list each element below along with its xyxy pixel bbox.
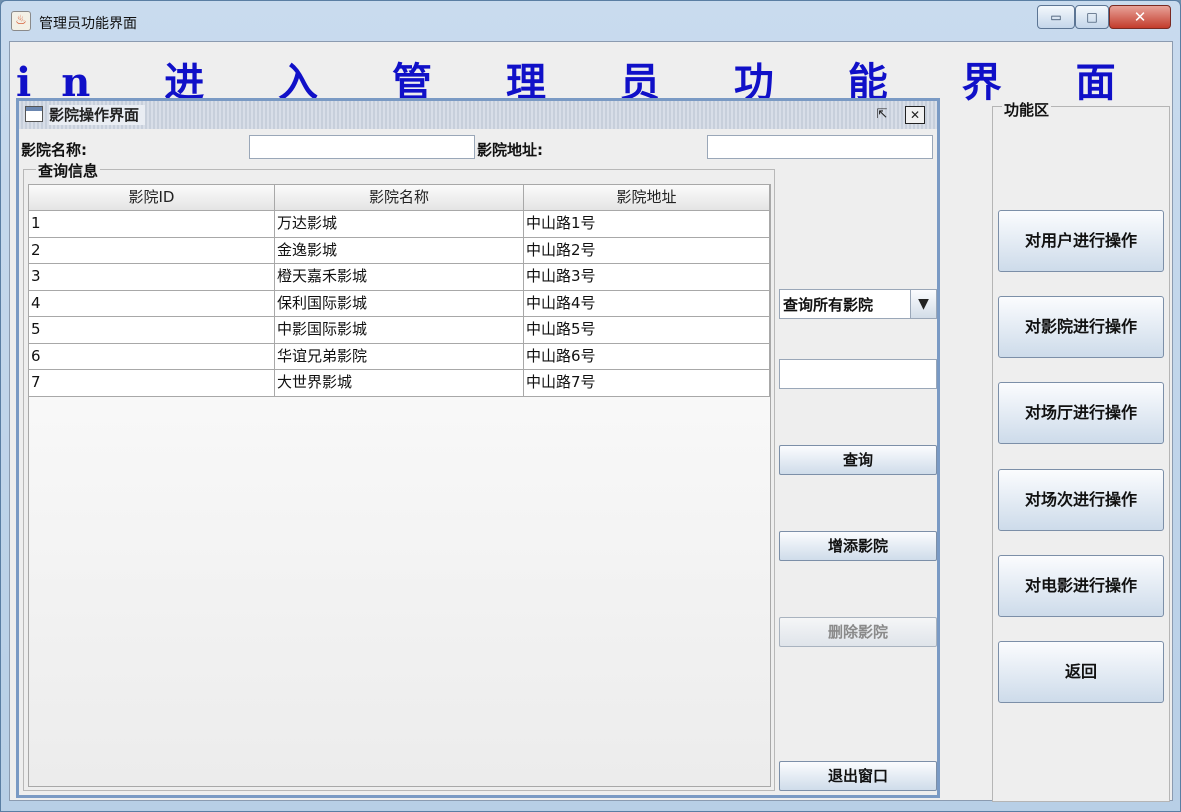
frame-close-icon[interactable]: ✕ [905,106,925,124]
table-row[interactable]: 1 万达影城 中山路1号 [29,211,770,238]
column-header-name[interactable]: 影院名称 [275,185,524,211]
table-row[interactable]: 6 华谊兄弟影院 中山路6号 [29,343,770,370]
window-titlebar[interactable]: ♨ 管理员功能界面 ▭ □ ✕ [1,1,1180,41]
query-input[interactable] [779,359,937,389]
movie-operation-button[interactable]: 对电影进行操作 [998,555,1164,617]
session-operation-button[interactable]: 对场次进行操作 [998,469,1164,531]
delete-cinema-button[interactable]: 删除影院 [779,617,937,647]
cell-address[interactable]: 中山路6号 [524,343,770,370]
table-row[interactable]: 2 金逸影城 中山路2号 [29,237,770,264]
cell-id[interactable]: 2 [29,237,275,264]
query-mode-select[interactable]: 查询所有影院 ▼ [779,289,937,319]
cell-address[interactable]: 中山路7号 [524,370,770,397]
cinema-address-input[interactable] [707,135,933,159]
content-pane: in 进 入 管 理 员 功 能 界 面 影院操作界面 ⇱ ✕ 影院名称: 影院… [9,41,1173,802]
cinema-operation-button[interactable]: 对影院进行操作 [998,296,1164,358]
exit-window-button[interactable]: 退出窗口 [779,761,937,791]
cell-id[interactable]: 5 [29,317,275,344]
cell-id[interactable]: 7 [29,370,275,397]
cell-name[interactable]: 大世界影城 [275,370,524,397]
cell-address[interactable]: 中山路1号 [524,211,770,238]
return-button[interactable]: 返回 [998,641,1164,703]
function-area-title: 功能区 [1002,99,1052,120]
java-app-icon: ♨ [11,11,31,31]
cell-id[interactable]: 4 [29,290,275,317]
cell-address[interactable]: 中山路5号 [524,317,770,344]
close-button[interactable]: ✕ [1109,5,1171,29]
window-title: 管理员功能界面 [39,16,137,32]
column-header-id[interactable]: 影院ID [29,185,275,211]
hall-operation-button[interactable]: 对场厅进行操作 [998,382,1164,444]
cell-name[interactable]: 华谊兄弟影院 [275,343,524,370]
cinema-table[interactable]: 影院ID 影院名称 影院地址 1 万达影城 中山路1号 2 金逸影城 中山路2号 [28,184,771,787]
frame-restore-icon[interactable]: ⇱ [871,106,893,124]
cinema-name-label: 影院名称: [21,141,87,159]
cinema-address-label: 影院地址: [477,141,543,159]
cell-name[interactable]: 保利国际影城 [275,290,524,317]
frame-titlebar[interactable]: 影院操作界面 ⇱ ✕ [19,101,937,129]
maximize-button[interactable]: □ [1075,5,1109,29]
query-info-title: 查询信息 [36,160,101,181]
main-window: ♨ 管理员功能界面 ▭ □ ✕ in 进 入 管 理 员 功 能 界 面 影院操… [0,0,1181,812]
table-row[interactable]: 4 保利国际影城 中山路4号 [29,290,770,317]
cell-name[interactable]: 中影国际影城 [275,317,524,344]
table-header: 影院ID 影院名称 影院地址 [29,185,770,211]
cell-id[interactable]: 1 [29,211,275,238]
query-mode-value: 查询所有影院 [783,296,874,314]
cell-address[interactable]: 中山路2号 [524,237,770,264]
column-header-address[interactable]: 影院地址 [524,185,770,211]
table-row[interactable]: 7 大世界影城 中山路7号 [29,370,770,397]
minimize-button[interactable]: ▭ [1037,5,1075,29]
chevron-down-icon[interactable]: ▼ [910,290,936,318]
cell-name[interactable]: 橙天嘉禾影城 [275,264,524,291]
cell-name[interactable]: 金逸影城 [275,237,524,264]
cell-address[interactable]: 中山路3号 [524,264,770,291]
cinema-operation-frame: 影院操作界面 ⇱ ✕ 影院名称: 影院地址: 查询信息 影院ID 影院名称 影院… [16,98,940,798]
user-operation-button[interactable]: 对用户进行操作 [998,210,1164,272]
cell-id[interactable]: 3 [29,264,275,291]
cell-address[interactable]: 中山路4号 [524,290,770,317]
frame-icon [25,106,43,122]
cell-id[interactable]: 6 [29,343,275,370]
query-button[interactable]: 查询 [779,445,937,475]
add-cinema-button[interactable]: 增添影院 [779,531,937,561]
table-row[interactable]: 5 中影国际影城 中山路5号 [29,317,770,344]
cell-name[interactable]: 万达影城 [275,211,524,238]
frame-title: 影院操作界面 [49,105,146,125]
query-info-group: 查询信息 影院ID 影院名称 影院地址 1 万达影城 中山路1号 2 金逸影城 [23,160,775,791]
table-row[interactable]: 3 橙天嘉禾影城 中山路3号 [29,264,770,291]
cinema-name-input[interactable] [249,135,475,159]
